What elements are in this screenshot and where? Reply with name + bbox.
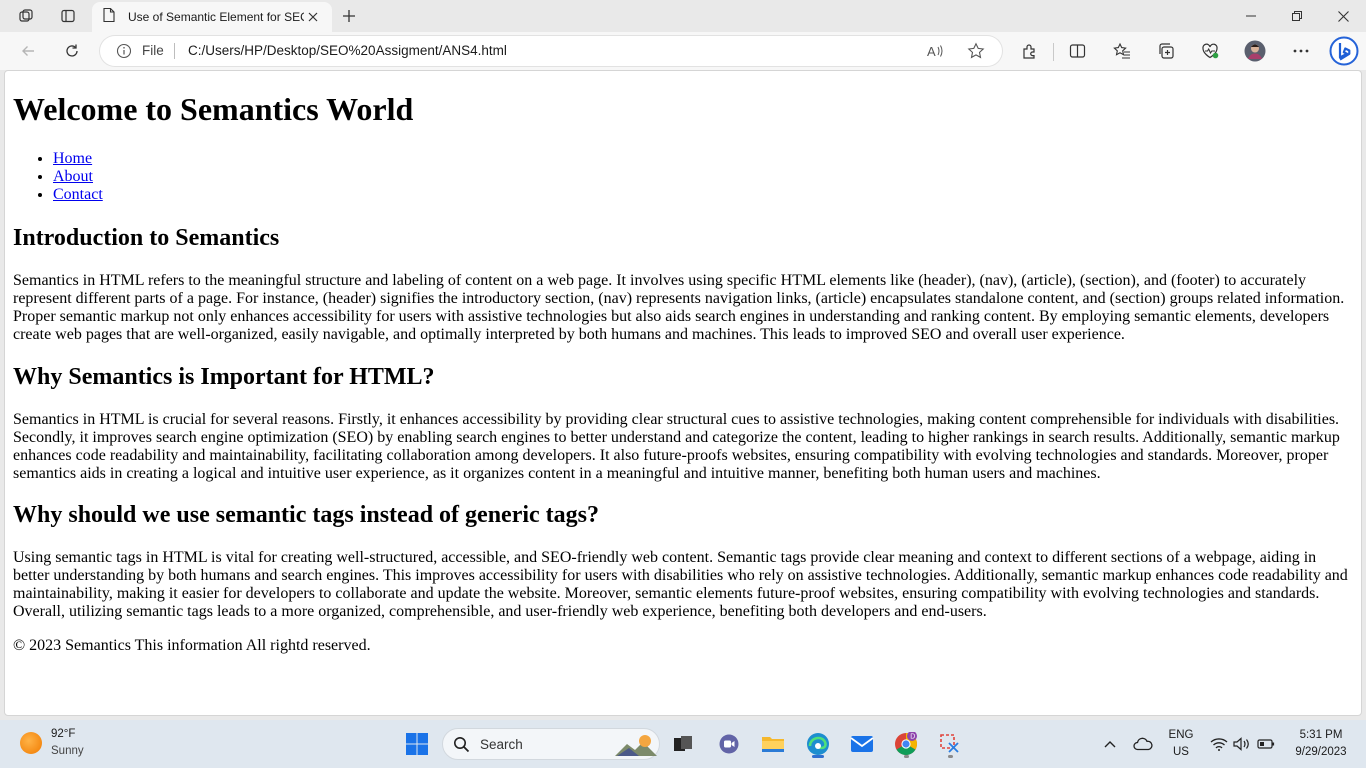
- restore-icon[interactable]: [1274, 0, 1320, 32]
- language-primary[interactable]: ENG: [1163, 729, 1199, 741]
- section-heading-semantic-tags: Why should we use semantic tags instead …: [13, 502, 599, 528]
- search-highlight-icon: [615, 732, 657, 763]
- section-body-introduction: Semantics in HTML refers to the meaningf…: [13, 272, 1345, 343]
- mail-icon[interactable]: [846, 728, 878, 760]
- section-heading-introduction: Introduction to Semantics: [13, 225, 280, 251]
- task-view-icon[interactable]: [667, 728, 699, 760]
- teams-chat-icon[interactable]: [713, 728, 745, 760]
- clock-time[interactable]: 5:31 PM: [1286, 729, 1356, 741]
- section-heading-importance: Why Semantics is Important for HTML?: [13, 364, 435, 390]
- address-separator: [174, 43, 175, 59]
- collections-icon[interactable]: [1150, 35, 1182, 67]
- search-icon: [453, 736, 470, 758]
- back-icon[interactable]: [12, 35, 44, 67]
- tab-title: Use of Semantic Element for SEO: [128, 10, 304, 24]
- taskbar: 92°F Sunny Search D ENG US 5:31 PM 9/29/…: [0, 720, 1366, 768]
- split-screen-icon[interactable]: [1061, 35, 1093, 67]
- address-bar[interactable]: File C:/Users/HP/Desktop/SEO%20Assigment…: [100, 36, 1002, 66]
- file-explorer-icon[interactable]: [757, 728, 789, 760]
- page-footer: © 2023 Semantics This information All ri…: [13, 637, 371, 654]
- svg-text:D: D: [910, 733, 915, 740]
- profile-avatar[interactable]: [1239, 35, 1271, 67]
- copilot-icon[interactable]: [1327, 34, 1361, 68]
- running-indicator: [948, 755, 953, 758]
- read-aloud-icon[interactable]: A: [925, 40, 947, 62]
- section-body-semantic-tags: Using semantic tags in HTML is vital for…: [13, 549, 1348, 620]
- nav-item-about: About: [53, 168, 103, 186]
- language-region[interactable]: US: [1163, 746, 1199, 758]
- browser-essentials-icon[interactable]: [1194, 35, 1226, 67]
- snipping-tool-icon[interactable]: [934, 728, 966, 760]
- weather-temperature: 92°F: [51, 728, 76, 740]
- refresh-icon[interactable]: [56, 35, 88, 67]
- extensions-icon[interactable]: [1013, 35, 1045, 67]
- new-tab-icon[interactable]: [334, 0, 364, 32]
- edge-icon[interactable]: [802, 728, 834, 760]
- start-button[interactable]: [401, 728, 433, 760]
- active-tab[interactable]: Use of Semantic Element for SEO: [92, 2, 332, 32]
- tab-strip: Use of Semantic Element for SEO: [0, 0, 1366, 32]
- taskbar-search[interactable]: Search: [442, 728, 660, 760]
- svg-text:A: A: [927, 44, 936, 59]
- browser-toolbar: File C:/Users/HP/Desktop/SEO%20Assigment…: [0, 32, 1366, 70]
- nav-item-contact: Contact: [53, 186, 103, 204]
- chrome-icon[interactable]: D: [890, 728, 922, 760]
- nav-list: Home About Contact: [53, 150, 103, 204]
- chevron-up-icon[interactable]: [1094, 728, 1126, 760]
- running-indicator: [904, 755, 909, 758]
- address-prefix: File: [142, 43, 164, 58]
- favorite-star-icon[interactable]: [965, 40, 987, 62]
- section-body-importance: Semantics in HTML is crucial for several…: [13, 411, 1340, 482]
- tab-actions-icon[interactable]: [50, 0, 86, 32]
- nav-link-home[interactable]: Home: [53, 150, 92, 167]
- clock-date[interactable]: 9/29/2023: [1286, 746, 1356, 758]
- search-placeholder: Search: [480, 737, 523, 752]
- more-menu-icon[interactable]: [1285, 35, 1317, 67]
- onedrive-icon[interactable]: [1127, 728, 1159, 760]
- close-icon[interactable]: [304, 8, 322, 26]
- address-url[interactable]: C:/Users/HP/Desktop/SEO%20Assigment/ANS4…: [188, 43, 507, 58]
- battery-icon[interactable]: [1250, 728, 1282, 760]
- nav-link-about[interactable]: About: [53, 168, 93, 185]
- nav-item-home: Home: [53, 150, 103, 168]
- workspaces-icon[interactable]: [8, 0, 44, 32]
- window-close-icon[interactable]: [1320, 0, 1366, 32]
- nav-link-contact[interactable]: Contact: [53, 186, 103, 203]
- info-icon[interactable]: [116, 43, 132, 59]
- page-icon: [102, 7, 116, 28]
- page-viewport: Welcome to Semantics World Home About Co…: [4, 70, 1362, 716]
- minimize-icon[interactable]: [1228, 0, 1274, 32]
- weather-condition: Sunny: [51, 745, 84, 757]
- favorites-icon[interactable]: [1106, 35, 1138, 67]
- toolbar-separator: [1053, 43, 1054, 61]
- active-indicator: [812, 755, 824, 758]
- page-heading: Welcome to Semantics World: [13, 91, 414, 127]
- sun-icon: [20, 732, 42, 754]
